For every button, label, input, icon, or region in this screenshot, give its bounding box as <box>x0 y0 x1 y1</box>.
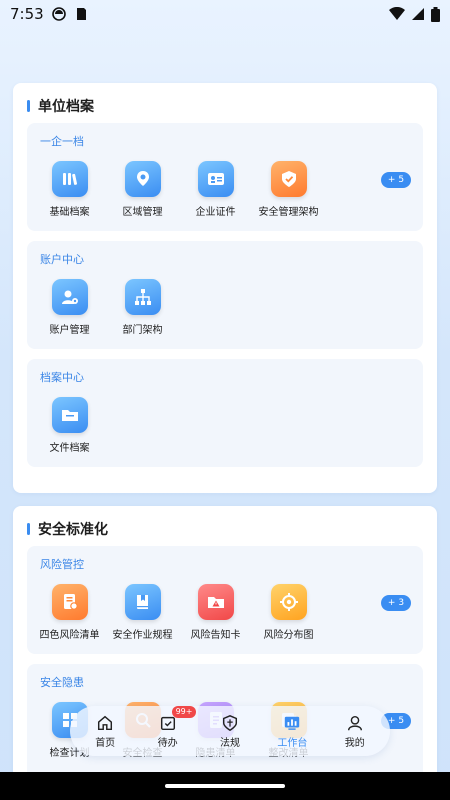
item-label: 安全作业规程 <box>112 630 173 641</box>
item-department-structure[interactable]: 部门架构 <box>112 279 173 336</box>
bottom-tab-bar: 首页 99+ 待办 法规 工作台 我的 <box>70 705 390 756</box>
item-risk-notice-card[interactable]: 风险告知卡 <box>185 584 246 641</box>
item-four-color-risk[interactable]: 四色风险清单 <box>39 584 100 641</box>
group-risk-control: 风险管控 四色风险清单 安全作业规程 风险告知卡 风险分布图 + 3 <box>27 546 423 654</box>
card-title: 单位档案 <box>27 95 94 117</box>
warning-folder-icon <box>197 584 234 620</box>
item-label: 区域管理 <box>122 207 163 218</box>
group-account-center: 账户中心 账户管理 部门架构 <box>27 241 423 349</box>
item-label: 文件档案 <box>49 443 90 454</box>
item-area-management[interactable]: 区域管理 <box>112 161 173 218</box>
item-label: 账户管理 <box>49 325 90 336</box>
item-row: 基础档案 区域管理 企业证件 安全管理架构 <box>27 161 319 218</box>
book-icon <box>124 584 161 620</box>
books-icon <box>51 161 88 197</box>
group-title: 风险管控 <box>40 558 84 571</box>
tab-label: 我的 <box>344 737 365 749</box>
item-label: 企业证件 <box>195 207 236 218</box>
notification-icon <box>51 7 66 21</box>
item-risk-distribution[interactable]: 风险分布图 <box>258 584 319 641</box>
card-title-text: 单位档案 <box>38 99 94 115</box>
document-list-icon <box>51 584 88 620</box>
person-icon <box>347 715 362 730</box>
home-gesture-handle[interactable] <box>165 784 285 788</box>
id-card-icon <box>197 161 234 197</box>
tab-home[interactable]: 首页 <box>79 714 131 749</box>
card-title-text: 安全标准化 <box>38 522 108 538</box>
title-accent-bar <box>27 100 30 112</box>
tab-label: 首页 <box>95 737 116 749</box>
workbench-icon <box>285 716 300 730</box>
group-archive-center: 档案中心 文件档案 <box>27 359 423 467</box>
folder-icon <box>51 397 88 433</box>
more-button[interactable]: + 5 <box>381 172 411 188</box>
group-title: 安全隐患 <box>40 676 84 689</box>
home-icon <box>98 715 113 730</box>
shield-icon <box>270 161 307 197</box>
law-shield-icon <box>222 714 237 731</box>
item-label: 基础档案 <box>49 207 90 218</box>
scroll-content[interactable]: 单位档案 一企一档 基础档案 区域管理 企业证件 安全管理架构 + 5 账户中心… <box>0 28 450 772</box>
status-time: 7:53 <box>10 5 44 23</box>
item-account-management[interactable]: 账户管理 <box>39 279 100 336</box>
card-title: 安全标准化 <box>27 518 108 540</box>
tab-label: 待办 <box>157 737 178 749</box>
item-label: 风险告知卡 <box>190 630 241 641</box>
title-accent-bar <box>27 523 30 535</box>
item-row: 文件档案 <box>27 397 100 454</box>
wifi-icon <box>389 7 405 20</box>
item-safety-structure[interactable]: 安全管理架构 <box>258 161 319 218</box>
item-file-archive[interactable]: 文件档案 <box>39 397 100 454</box>
tab-todo[interactable]: 99+ 待办 <box>142 705 197 749</box>
group-one-enterprise: 一企一档 基础档案 区域管理 企业证件 安全管理架构 + 5 <box>27 123 423 231</box>
item-safety-procedure[interactable]: 安全作业规程 <box>112 584 173 641</box>
tab-label: 工作台 <box>277 737 308 749</box>
item-label: 四色风险清单 <box>39 630 100 641</box>
tab-workbench[interactable]: 工作台 <box>266 714 318 749</box>
item-basic-archive[interactable]: 基础档案 <box>39 161 100 218</box>
item-label: 安全管理架构 <box>258 207 319 218</box>
signal-icon <box>412 8 424 20</box>
todo-badge: 99+ <box>171 705 197 718</box>
system-nav-bar <box>0 772 450 800</box>
battery-icon <box>431 6 440 22</box>
item-enterprise-cert[interactable]: 企业证件 <box>185 161 246 218</box>
card-unit-archive: 单位档案 一企一档 基础档案 区域管理 企业证件 安全管理架构 + 5 账户中心… <box>13 83 437 493</box>
more-button[interactable]: + 3 <box>381 595 411 611</box>
target-icon <box>270 584 307 620</box>
location-icon <box>124 161 161 197</box>
item-label: 风险分布图 <box>263 630 314 641</box>
tab-regulations[interactable]: 法规 <box>204 714 256 749</box>
group-title: 一企一档 <box>40 135 84 148</box>
tab-mine[interactable]: 我的 <box>329 714 381 749</box>
item-row: 账户管理 部门架构 <box>27 279 173 336</box>
group-title: 账户中心 <box>40 253 84 266</box>
status-bar: 7:53 <box>0 0 450 28</box>
group-title: 档案中心 <box>40 371 84 384</box>
tab-label: 法规 <box>219 737 240 749</box>
item-label: 部门架构 <box>122 325 163 336</box>
org-chart-icon <box>124 279 161 315</box>
sd-card-icon <box>76 8 86 20</box>
item-row: 四色风险清单 安全作业规程 风险告知卡 风险分布图 <box>27 584 319 641</box>
user-gear-icon <box>51 279 88 315</box>
